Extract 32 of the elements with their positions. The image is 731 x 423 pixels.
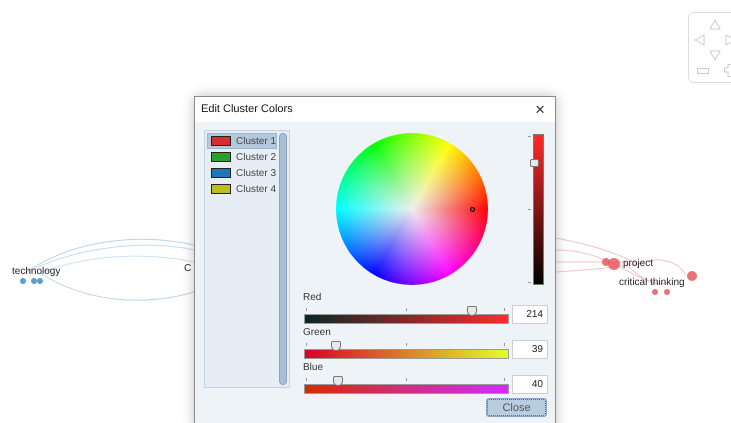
dialog-title: Edit Cluster Colors xyxy=(201,102,293,118)
node-label: critical thinking xyxy=(619,278,685,288)
close-button[interactable]: Close xyxy=(487,399,546,416)
value-field[interactable]: 214 xyxy=(512,305,548,324)
value-field[interactable]: 40 xyxy=(512,375,548,394)
slider-thumb[interactable] xyxy=(332,376,343,386)
slider-thumb[interactable] xyxy=(530,158,539,166)
cluster-label: Cluster 3 xyxy=(236,166,276,180)
cluster-label: Cluster 1 xyxy=(236,134,276,148)
slider-thumb[interactable] xyxy=(330,341,341,351)
node-label: C xyxy=(184,264,192,274)
close-button[interactable]: × xyxy=(531,101,549,118)
brightness-bar[interactable] xyxy=(533,134,544,285)
slider-label: Red xyxy=(303,292,322,304)
node-drawing xyxy=(20,278,43,284)
slider-label: Green xyxy=(303,327,332,339)
slider-thumb[interactable] xyxy=(467,306,478,316)
scrollbar[interactable] xyxy=(279,133,287,385)
value-field[interactable]: 39 xyxy=(512,340,548,359)
color-slider-track[interactable] xyxy=(304,349,509,359)
cluster-item[interactable]: Cluster 4 xyxy=(207,181,277,197)
cluster-item[interactable]: Cluster 3 xyxy=(207,165,277,181)
color-slider-track[interactable] xyxy=(304,314,509,324)
cluster-label: Cluster 4 xyxy=(236,182,276,196)
cluster-item[interactable]: Cluster 1 xyxy=(207,133,277,149)
color-marker[interactable] xyxy=(470,206,476,212)
node-label: project xyxy=(623,259,654,269)
cluster-label: Cluster 2 xyxy=(236,150,276,164)
node-label: technology xyxy=(12,267,60,277)
color-slider-track[interactable] xyxy=(304,384,509,394)
slider-label: Blue xyxy=(303,362,324,374)
cluster-item[interactable]: Cluster 2 xyxy=(207,149,277,165)
